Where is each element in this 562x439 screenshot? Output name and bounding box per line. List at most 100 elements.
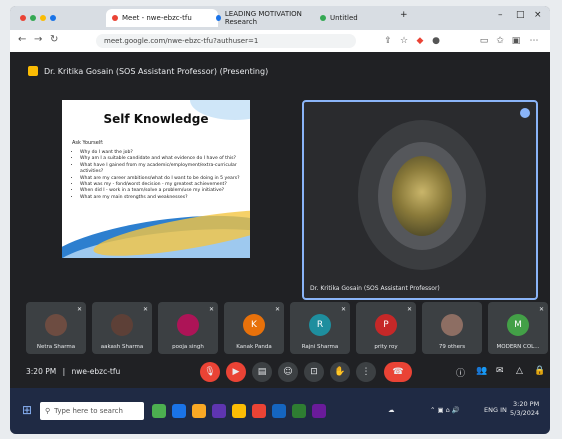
mic-off-icon: ✕ [538, 306, 544, 313]
participant-name: 79 others [438, 344, 466, 350]
favorites-icon[interactable]: ✩ [494, 35, 506, 47]
participant-tile[interactable]: ✕ K Kanak Panda [224, 302, 284, 354]
meeting-time: 3:20 PM [26, 367, 57, 376]
tab-meet[interactable]: Meet - nwe-ebzc-tfu [106, 9, 218, 27]
chrome-icon[interactable] [232, 404, 246, 418]
meet-favicon-icon [112, 15, 118, 21]
participant-name: aakash Sharma [100, 344, 144, 350]
participant-name: Kanak Panda [236, 344, 272, 350]
forward-icon[interactable]: → [34, 34, 42, 45]
captions-button[interactable]: ▤ [252, 362, 272, 382]
avatar: P [375, 314, 397, 336]
url-field[interactable]: meet.google.com/nwe-ebzc-tfu?authuser=1 [96, 34, 356, 48]
participant-tile[interactable]: ✕ R Rajni Sharma [290, 302, 350, 354]
widgets-icon[interactable] [152, 404, 166, 418]
tab-untitled[interactable]: Untitled [314, 9, 386, 27]
address-bar-row: ← → ↻ meet.google.com/nwe-ebzc-tfu?authu… [10, 30, 550, 53]
more-options-button[interactable]: ⋮ [356, 362, 376, 382]
avatar [111, 314, 133, 336]
participant-tile[interactable]: ✕ aakash Sharma [92, 302, 152, 354]
present-button[interactable]: ⊡ [304, 362, 324, 382]
presenter-banner: Dr. Kritika Gosain (SOS Assistant Profes… [28, 66, 268, 76]
mic-off-icon: ✕ [340, 306, 346, 313]
separator: | [62, 367, 66, 376]
camera-off-button[interactable]: ▶ [226, 362, 246, 382]
chat-icon[interactable]: ✉ [496, 366, 504, 376]
participant-tile[interactable]: ✕ Netra Sharma [26, 302, 86, 354]
raise-hand-button[interactable]: ✋ [330, 362, 350, 382]
tab-research[interactable]: LEADING MOTIVATION Research [210, 9, 322, 27]
tab-extensions[interactable] [14, 9, 62, 27]
favicon-icon [320, 15, 326, 21]
language-indicator[interactable]: ENG IN [484, 406, 507, 414]
participant-strip: ✕ Netra Sharma ✕ aakash Sharma ✕ pooja s… [26, 302, 548, 354]
taskbar-row: ⊞ ⚲ Type here to search ☁ ⌃ ▣ ⌂ 🔊 ENG IN… [10, 400, 550, 422]
close-button[interactable]: × [534, 10, 542, 20]
presenter-label: Dr. Kritika Gosain (SOS Assistant Profes… [44, 66, 269, 76]
taskbar-clock[interactable]: 3:20 PM 5/3/2024 [510, 400, 539, 418]
app-icon [40, 15, 46, 21]
leave-call-button[interactable]: ☎ [384, 362, 412, 382]
presentation-slide: Self Knowledge Ask Yourself: Why do I wa… [62, 100, 250, 258]
meet-logo-icon [28, 66, 38, 76]
tab-label: LEADING MOTIVATION Research [224, 10, 302, 26]
mic-off-icon: ✕ [274, 306, 280, 313]
tile-name: Dr. Kritika Gosain (SOS Assistant Profes… [310, 285, 440, 292]
tray-icons[interactable]: ⌃ ▣ ⌂ 🔊 [430, 406, 460, 414]
info-icon[interactable]: ⓘ [456, 366, 465, 379]
meeting-time-code: 3:20 PM | nwe-ebzc-tfu [26, 367, 120, 376]
extension-icon[interactable]: ◆ [414, 35, 426, 47]
excel-icon[interactable] [292, 404, 306, 418]
app-icon[interactable] [252, 404, 266, 418]
profile-icon[interactable]: ● [430, 35, 442, 47]
search-placeholder: Type here to search [54, 407, 123, 415]
split-icon[interactable]: ▭ [478, 35, 490, 47]
cast-icon[interactable]: ⇪ [382, 35, 394, 47]
app-icon [20, 15, 26, 21]
collections-icon[interactable]: ▣ [510, 35, 522, 47]
participant-tile[interactable]: ✕ M MODERN COL... [488, 302, 548, 354]
slide-bullet: When did I - work in a team/solve a prob… [80, 188, 240, 194]
people-icon[interactable]: 👥 [476, 366, 487, 376]
participant-name: pooja singh [172, 344, 204, 350]
bookmark-star-icon[interactable]: ☆ [398, 35, 410, 47]
activities-icon[interactable]: △ [516, 366, 523, 376]
avatar: M [507, 314, 529, 336]
emoji-button[interactable]: ☺ [278, 362, 298, 382]
maximize-button[interactable]: □ [516, 10, 525, 20]
taskbar-search-input[interactable]: ⚲ Type here to search [40, 402, 144, 420]
participant-tile[interactable]: ✕ pooja singh [158, 302, 218, 354]
back-icon[interactable]: ← [18, 34, 26, 45]
weather-icon[interactable]: ☁ [388, 406, 395, 414]
menu-icon[interactable]: ⋯ [528, 35, 540, 47]
avatar [45, 314, 67, 336]
tab-label: Untitled [330, 14, 358, 22]
browser-tab-bar: Meet - nwe-ebzc-tfu LEADING MOTIVATION R… [10, 6, 550, 30]
participant-tile-others[interactable]: 79 others [422, 302, 482, 354]
mic-off-icon: ✕ [142, 306, 148, 313]
participant-name: Rajni Sharma [301, 344, 339, 350]
new-tab-button[interactable]: + [400, 10, 408, 20]
lock-icon[interactable]: 🔒 [534, 366, 545, 376]
slide-bullet: Why am I a suitable candidate and what e… [80, 156, 240, 162]
file-explorer-icon[interactable] [192, 404, 206, 418]
speaking-indicator-icon [520, 108, 530, 118]
minimize-button[interactable]: – [498, 10, 503, 20]
meeting-code: nwe-ebzc-tfu [71, 367, 121, 376]
slide-bullets: Why do I want the job? Why am I a suitab… [68, 150, 240, 201]
avatar: K [243, 314, 265, 336]
participant-tile[interactable]: ✕ P prity roy [356, 302, 416, 354]
word-icon[interactable] [272, 404, 286, 418]
teams-icon[interactable] [212, 404, 226, 418]
edge-icon[interactable] [172, 404, 186, 418]
url-text: meet.google.com/nwe-ebzc-tfu?authuser=1 [104, 37, 259, 45]
active-speaker-tile[interactable]: Dr. Kritika Gosain (SOS Assistant Profes… [302, 100, 538, 300]
slide-bullet: What are my main strengths and weaknesse… [80, 195, 240, 201]
app-icon[interactable] [312, 404, 326, 418]
mic-off-icon: ✕ [76, 306, 82, 313]
avatar [441, 314, 463, 336]
reload-icon[interactable]: ↻ [50, 34, 58, 45]
windows-taskbar: ⊞ ⚲ Type here to search ☁ ⌃ ▣ ⌂ 🔊 ENG IN… [10, 388, 550, 434]
mic-off-button[interactable]: 🎙 [200, 362, 220, 382]
windows-start-icon[interactable]: ⊞ [22, 403, 32, 417]
